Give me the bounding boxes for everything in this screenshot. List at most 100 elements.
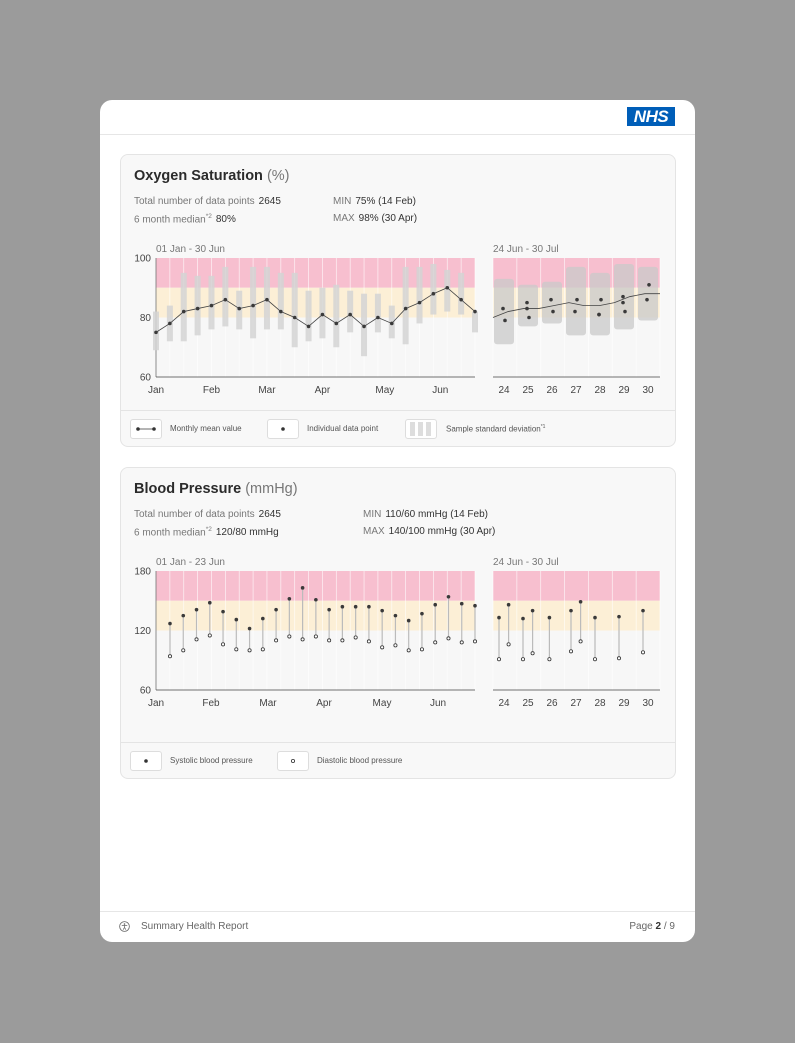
bp-wk-x-tick: 29 [618,698,630,709]
oxy-wk-x-tick: 29 [618,385,630,396]
oxy-mean-point [181,309,186,314]
nhs-logo: NHS [627,107,675,126]
legend-diastolic-swatch [277,751,309,771]
oxygen-card-body: Oxygen Saturation (%) Total number of da… [121,155,675,411]
oxy-wk-point [549,297,553,302]
bp-wk-x-tick: 24 [498,698,510,709]
pressure-median: 6 month median*2 120/80 mmHg [134,526,279,539]
bp-diastolic-point [340,638,345,643]
oxygen-card: Oxygen Saturation (%) Total number of da… [120,154,676,447]
oxy-sd-bar [458,272,465,315]
oxy-mean-point [279,309,283,314]
oxy-sd-bar [277,272,284,330]
bp-diastolic-point [393,643,398,648]
oxy-sd-bar [180,272,187,342]
oxy-sd-bar [194,275,201,336]
oxy-wk-point [525,300,529,305]
oxy-wk-point [527,315,531,320]
oxy-sd-bar [416,266,423,324]
oxy-mean-point [251,303,255,308]
oxy-mean-point [320,312,325,317]
oxy-wk-point [575,297,579,302]
oxy-wk-sd-bar [518,284,538,327]
bp-systolic-point [207,600,212,605]
bp-wk-x-tick: 26 [546,698,558,709]
oxy-wk-point [501,306,505,311]
bp-systolic-point [221,609,225,614]
bp-wk-systolic-point [497,615,501,620]
oxy-6m-band-danger [156,258,475,288]
oxy-wk-x-tick: 24 [498,385,510,396]
bp-systolic-point [406,618,411,623]
legend-mean-label: Monthly mean value [170,424,242,433]
bp-wk-diastolic-point [547,657,552,662]
oxy-sd-bar [291,272,298,348]
oxy-6m-y-tick: 60 [140,373,152,384]
accessibility-icon [119,921,130,932]
pressure-min: MIN 110/60 mmHg (14 Feb) [363,509,488,520]
bp-wk-x-tick: 28 [594,698,606,709]
bp-6m-range-label: 01 Jan - 23 Jun [156,557,225,568]
oxy-wk-sd-bar [494,278,514,345]
bp-wk-systolic-point [578,599,583,604]
pressure-card: Blood Pressure (mmHg) Total number of da… [120,467,676,779]
oxy-wk-range-label: 24 Jun - 30 Jul [493,244,559,255]
legend-systolic-label: Systolic blood pressure [170,756,253,765]
oxy-sd-bar [402,266,409,345]
oxy-sd-bar [305,290,312,342]
bp-wk-diastolic-point [592,657,597,662]
oxy-x-tick: Jan [148,385,164,396]
bp-diastolic-point [260,647,265,652]
oxy-6m-range-label: 01 Jan - 30 Jun [156,244,225,255]
bp-diastolic-point [221,642,226,647]
bp-wk-diastolic-point [616,656,621,661]
oxy-wk-point [647,282,651,287]
bp-diastolic-point [234,647,239,652]
bp-systolic-point [314,597,318,602]
bp-diastolic-point [181,648,186,653]
oxy-wk-x-tick: 26 [546,385,558,396]
bp-wk-x-tick: 25 [522,698,534,709]
bp-diastolic-point [194,637,199,642]
bp-x-tick: Jan [148,698,164,709]
oxy-wk-point [525,306,529,311]
bp-systolic-point [380,608,384,613]
bp-diastolic-point [168,654,173,659]
bp-wk-band-danger [493,571,660,601]
legend-diastolic-label: Diastolic blood pressure [317,756,403,765]
oxy-mean-point [348,312,352,317]
oxy-wk-point [623,309,627,314]
oxy-wk-x-tick: 27 [570,385,582,396]
oxygen-max: MAX 98% (30 Apr) [333,213,418,224]
bp-diastolic-point [472,639,477,644]
oxy-wk-point [599,297,603,302]
oxy-mean-point [417,300,422,305]
bp-systolic-point [393,613,398,618]
oxy-sd-bar [472,311,478,333]
oxy-mean-point [334,321,339,326]
oxy-wk-point [503,318,507,323]
oxy-mean-point [473,309,477,314]
oxy-mean-point [209,303,214,308]
oxy-6m-y-tick: 80 [140,313,152,324]
bp-systolic-point [181,613,186,618]
oxy-wk-point [597,312,601,317]
oxy-sd-bar [347,290,354,333]
bp-wk-systolic-point [530,608,535,613]
bp-diastolic-point [327,638,332,643]
bp-wk-diastolic-point [520,657,525,662]
legend-systolic-swatch [130,751,162,771]
oxy-mean-point [376,315,380,320]
oxy-wk-point [621,294,625,299]
page-number: Page 2 / 9 [629,921,675,932]
bp-x-tick: Mar [259,698,277,709]
oxy-sd-bar [444,269,451,312]
bp-6m-y-tick: 60 [140,686,152,697]
oxy-6m-band-warn [156,287,475,318]
oxy-mean-point [292,315,297,320]
pressure-total: Total number of data points 2645 [134,509,281,520]
oxy-mean-point [237,306,242,311]
oxy-wk-sd-bar [542,281,562,324]
bp-systolic-point [274,607,278,612]
bp-diastolic-point [366,639,371,644]
